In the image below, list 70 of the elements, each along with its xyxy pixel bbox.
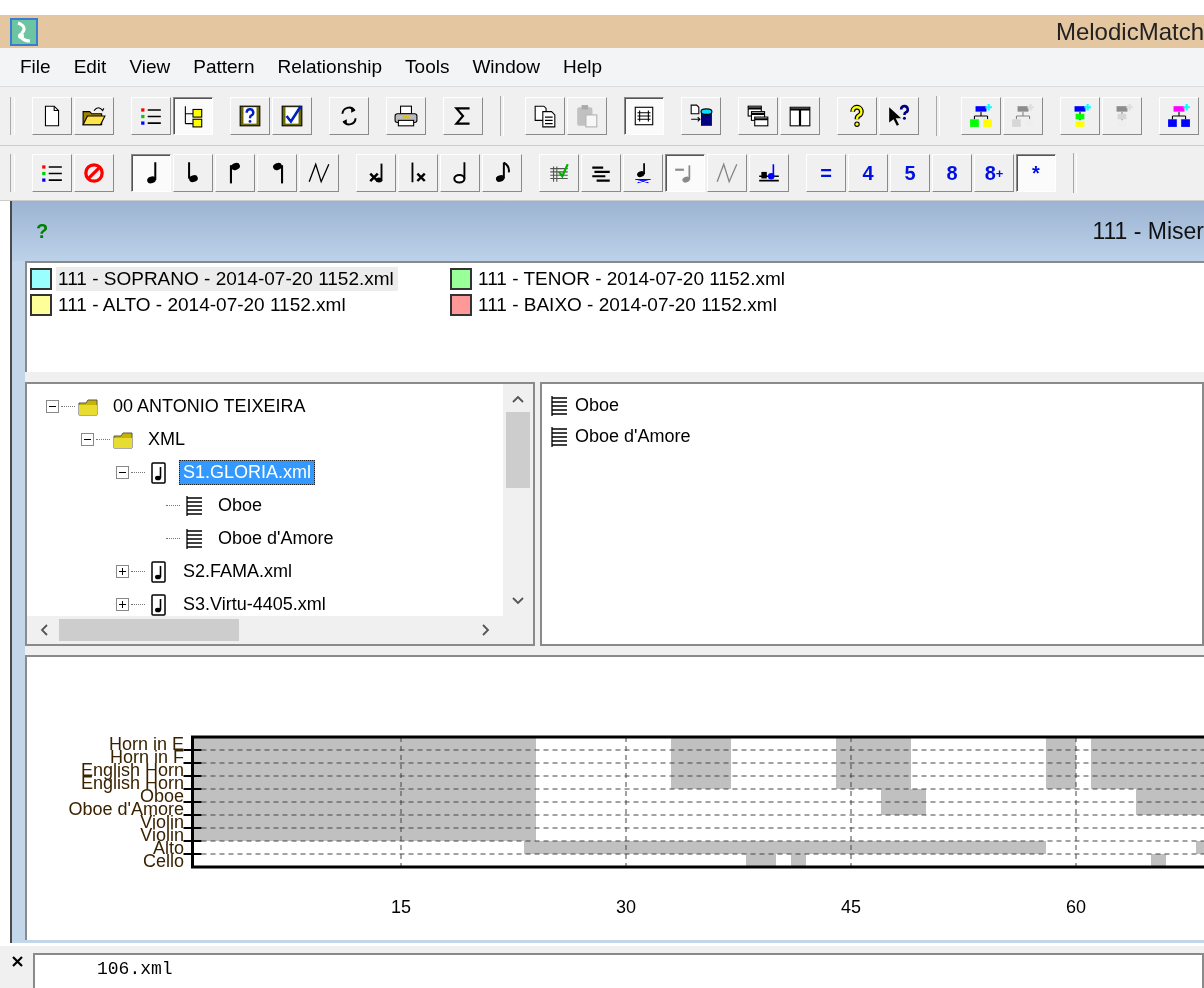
scroll-thumb[interactable]: [506, 412, 530, 488]
legend-item[interactable]: 111 - BAIXO - 2014-07-20 1152.xml: [476, 293, 781, 317]
toolbar-button[interactable]: 4: [848, 154, 888, 192]
hierarchy-icon: [1167, 104, 1191, 128]
close-icon[interactable]: [12, 956, 23, 967]
printer-icon: [394, 104, 418, 128]
eighth-note-icon: [494, 161, 510, 185]
columns-icon: [788, 104, 812, 128]
toolbar-button[interactable]: [624, 97, 664, 135]
windows-icon: [746, 104, 770, 128]
pointer-help-icon: [887, 104, 911, 128]
legend-item[interactable]: 111 - TENOR - 2014-07-20 1152.xml: [476, 267, 789, 291]
tree-item[interactable]: S3.Virtu-4405.xml: [179, 592, 330, 616]
staff-check-icon: [547, 161, 571, 185]
tree-item[interactable]: Oboe d'Amore: [214, 526, 338, 551]
legend-item[interactable]: 111 - SOPRANO - 2014-07-20 1152.xml: [56, 267, 398, 291]
tree-item[interactable]: XML: [144, 427, 189, 452]
note-icon: [368, 161, 384, 185]
expand-toggle[interactable]: [116, 598, 129, 611]
menu-item[interactable]: Relationship: [277, 56, 383, 78]
legend-item[interactable]: 111 - ALTO - 2014-07-20 1152.xml: [56, 293, 350, 317]
tree-item[interactable]: 00 ANTONIO TEIXEIRA: [109, 394, 310, 419]
zigzag-icon: [715, 161, 739, 185]
collapse-toggle[interactable]: [46, 400, 59, 413]
horizontal-scrollbar[interactable]: [27, 616, 503, 644]
tree-item[interactable]: Oboe: [214, 493, 267, 518]
quarter-note-icon: [144, 161, 158, 185]
note-icon: [228, 161, 242, 185]
app-icon: [10, 17, 38, 46]
staff-icon: [632, 104, 656, 128]
menu-item[interactable]: Help: [563, 56, 603, 78]
note-icon: [186, 161, 200, 185]
hierarchy-icon: [1011, 104, 1035, 128]
menu-item[interactable]: Pattern: [193, 56, 255, 78]
toolbar-button[interactable]: [173, 97, 213, 135]
document-title: 111 - Miser: [1092, 217, 1204, 245]
vertical-scrollbar[interactable]: [503, 384, 533, 616]
collapse-toggle[interactable]: [116, 466, 129, 479]
tick-label: 45: [841, 897, 861, 917]
tree-item[interactable]: S2.FAMA.xml: [179, 559, 297, 584]
scroll-thumb[interactable]: [59, 619, 239, 641]
collapse-toggle[interactable]: [81, 433, 94, 446]
menu-item[interactable]: View: [129, 56, 171, 78]
output-field[interactable]: 106.xml: [33, 953, 1204, 988]
toolbar-button[interactable]: 8: [932, 154, 972, 192]
window-title: MelodicMatch: [1055, 17, 1204, 46]
toolbar-button[interactable]: 5: [890, 154, 930, 192]
toolbar-button[interactable]: [131, 154, 171, 192]
copy-icon: [533, 104, 557, 128]
folder-icon: [82, 104, 106, 128]
note-icon: [270, 161, 284, 185]
menu-item[interactable]: Edit: [73, 56, 107, 78]
menu-item[interactable]: Window: [472, 56, 540, 78]
database-import-icon: [689, 104, 713, 128]
list-item[interactable]: Oboe d'Amore: [575, 426, 691, 447]
tick-label: 15: [391, 897, 411, 917]
tick-label: 60: [1066, 897, 1086, 917]
zigzag-icon: [307, 161, 331, 185]
tick-label: 30: [616, 897, 636, 917]
clipboard-icon: [575, 104, 599, 128]
menu-item[interactable]: File: [20, 56, 51, 78]
menu-item[interactable]: Tools: [405, 56, 450, 78]
list-item[interactable]: Oboe: [575, 395, 620, 416]
prohibited-icon: [82, 161, 106, 185]
toolbar-button[interactable]: =: [806, 154, 846, 192]
hierarchy-icon: [969, 104, 993, 128]
note-icon: [410, 161, 426, 185]
half-note-icon: [453, 161, 467, 185]
expand-toggle[interactable]: [116, 565, 129, 578]
toolbar-button[interactable]: *: [1016, 154, 1056, 192]
